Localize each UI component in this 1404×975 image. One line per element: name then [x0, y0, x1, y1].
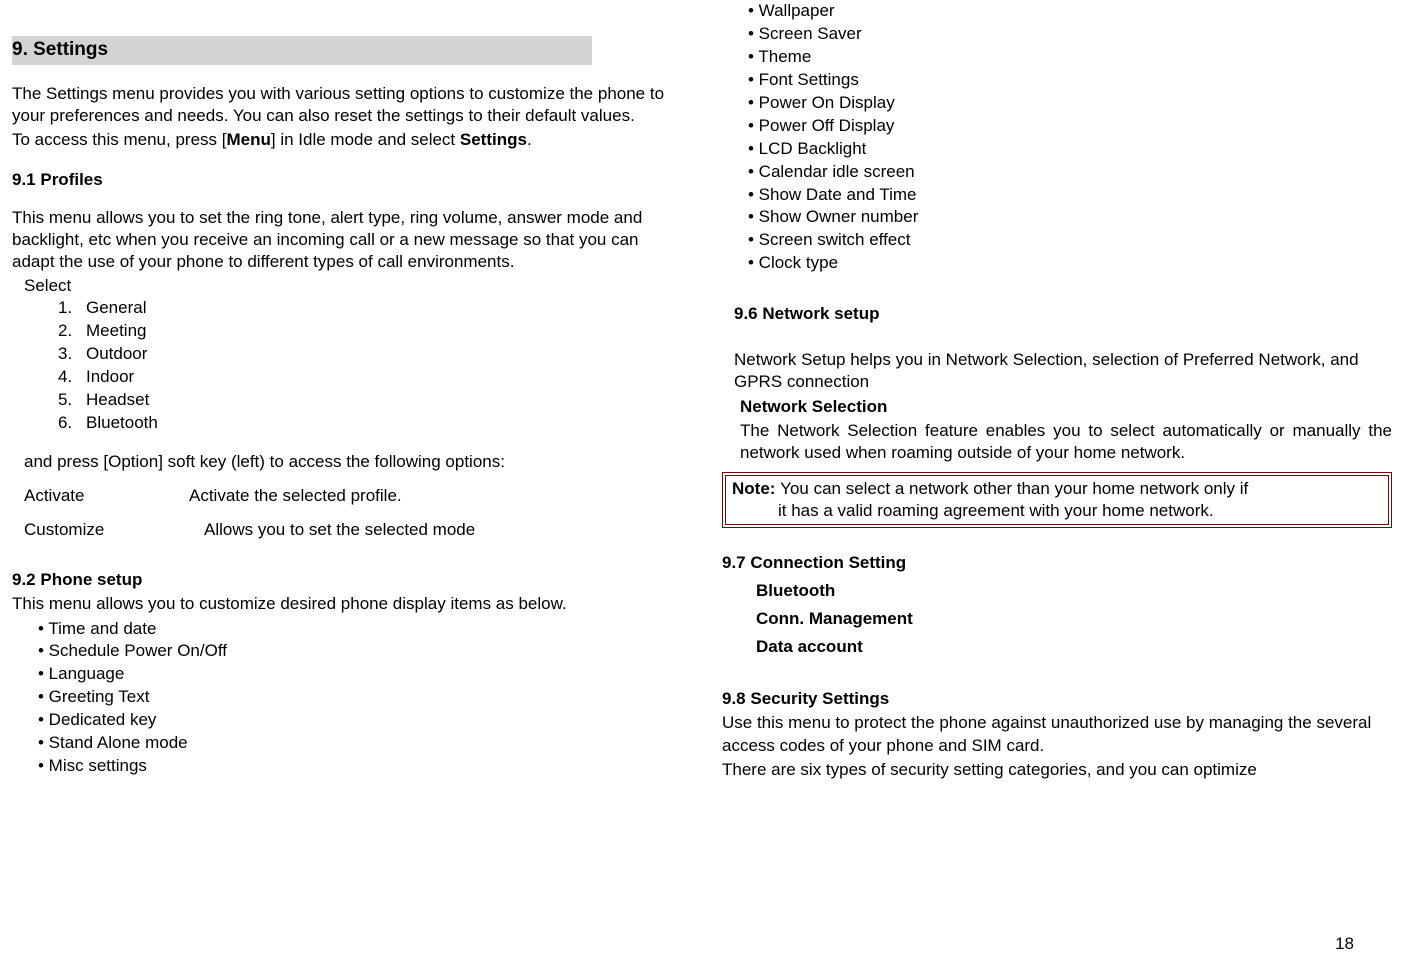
page-number: 18 — [1335, 933, 1354, 955]
list-item: • Wallpaper — [748, 0, 1392, 23]
section-header: 9. Settings — [12, 36, 592, 65]
right-column: • Wallpaper • Screen Saver • Theme • Fon… — [722, 0, 1392, 783]
list-item: • Time and date — [38, 618, 682, 641]
network-setup-intro: Network Setup helps you in Network Selec… — [722, 349, 1392, 393]
list-item: • Calendar idle screen — [748, 161, 1392, 184]
text: Headset — [86, 390, 149, 409]
num: 3. — [58, 343, 86, 366]
heading-9-7: 9.7 Connection Setting — [722, 552, 1392, 574]
intro-block: The Settings menu provides you with vari… — [12, 83, 682, 151]
list-item: • Dedicated key — [38, 709, 682, 732]
text: ] in Idle mode and select — [271, 130, 460, 149]
heading-9-8: 9.8 Security Settings — [722, 688, 1392, 710]
list-item: 3.Outdoor — [58, 343, 682, 366]
conn-bluetooth: Bluetooth — [722, 580, 1392, 602]
option-label: Activate — [24, 485, 189, 507]
option-desc: Allows you to set the selected mode — [204, 519, 475, 541]
note-label: Note: — [732, 479, 780, 498]
option-customize: Customize Allows you to set the selected… — [12, 519, 682, 541]
list-item: • Language — [38, 663, 682, 686]
heading-9-2: 9.2 Phone setup — [12, 569, 682, 591]
security-intro-1: Use this menu to protect the phone again… — [722, 712, 1392, 756]
select-label: Select — [12, 275, 682, 297]
intro-para-1: The Settings menu provides you with vari… — [12, 83, 682, 127]
security-intro-2: There are six types of security setting … — [722, 759, 1392, 781]
option-desc: Activate the selected profile. — [189, 485, 402, 507]
note-text-1: You can select a network other than your… — [780, 479, 1248, 498]
list-item: 1.General — [58, 297, 682, 320]
num: 2. — [58, 320, 86, 343]
list-item: • Show Owner number — [748, 206, 1392, 229]
settings-bold: Settings — [460, 130, 527, 149]
text: To access this menu, press [ — [12, 130, 226, 149]
num: 1. — [58, 297, 86, 320]
list-item: • LCD Backlight — [748, 138, 1392, 161]
list-item: • Screen switch effect — [748, 229, 1392, 252]
network-selection-title: Network Selection — [740, 396, 1392, 418]
list-item: 6.Bluetooth — [58, 412, 682, 435]
note-text-2: it has a valid roaming agreement with yo… — [732, 500, 1382, 522]
profiles-intro: This menu allows you to set the ring ton… — [12, 207, 682, 273]
left-column: 9. Settings The Settings menu provides y… — [12, 0, 682, 783]
text: General — [86, 298, 146, 317]
list-item: • Theme — [748, 46, 1392, 69]
list-item: • Misc settings — [38, 755, 682, 778]
list-item: • Power On Display — [748, 92, 1392, 115]
heading-9-1: 9.1 Profiles — [12, 169, 682, 191]
text: Indoor — [86, 367, 134, 386]
list-item: • Font Settings — [748, 69, 1392, 92]
list-item: 4.Indoor — [58, 366, 682, 389]
list-item: • Schedule Power On/Off — [38, 640, 682, 663]
intro-para-2: To access this menu, press [Menu] in Idl… — [12, 129, 682, 151]
phone-setup-intro: This menu allows you to customize desire… — [12, 593, 682, 615]
text: Meeting — [86, 321, 146, 340]
phone-setup-list: • Time and date • Schedule Power On/Off … — [12, 618, 682, 779]
list-item: • Show Date and Time — [748, 184, 1392, 207]
conn-management: Conn. Management — [722, 608, 1392, 630]
option-activate: Activate Activate the selected profile. — [12, 485, 682, 507]
menu-bold: Menu — [226, 130, 270, 149]
list-item: • Power Off Display — [748, 115, 1392, 138]
option-label: Customize — [24, 519, 204, 541]
list-item: • Screen Saver — [748, 23, 1392, 46]
note-box: Note: You can select a network other tha… — [722, 472, 1392, 528]
list-item: • Stand Alone mode — [38, 732, 682, 755]
list-item: 2.Meeting — [58, 320, 682, 343]
network-selection-body: The Network Selection feature enables yo… — [740, 420, 1392, 464]
list-item: • Greeting Text — [38, 686, 682, 709]
option-softkey-text: and press [Option] soft key (left) to ac… — [12, 451, 682, 473]
text: Outdoor — [86, 344, 147, 363]
num: 6. — [58, 412, 86, 435]
list-item: 5.Headset — [58, 389, 682, 412]
heading-9-6: 9.6 Network setup — [722, 303, 1392, 325]
num: 4. — [58, 366, 86, 389]
conn-data-account: Data account — [722, 636, 1392, 658]
text: Bluetooth — [86, 413, 158, 432]
list-item: • Clock type — [748, 252, 1392, 275]
text: . — [527, 130, 532, 149]
num: 5. — [58, 389, 86, 412]
profiles-list: 1.General 2.Meeting 3.Outdoor 4.Indoor 5… — [12, 297, 682, 435]
display-items-list: • Wallpaper • Screen Saver • Theme • Fon… — [722, 0, 1392, 275]
